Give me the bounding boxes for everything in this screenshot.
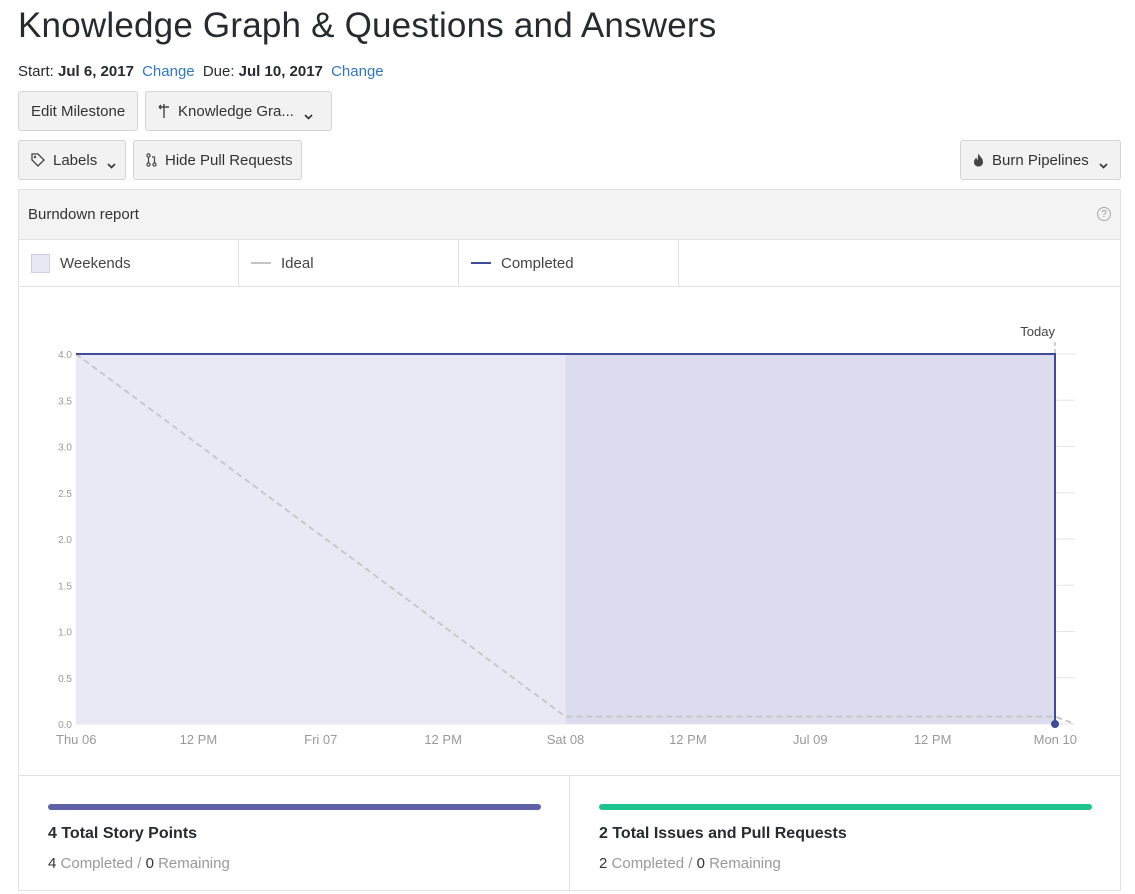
milestone-signpost-icon: [158, 104, 170, 118]
x-tick-label: 12 PM: [669, 732, 707, 747]
chevron-down-icon: [304, 107, 313, 120]
milestone-select-label: Knowledge Gra...: [178, 102, 294, 120]
legend-item-ideal[interactable]: Ideal: [239, 240, 459, 286]
y-tick-label: 3.5: [58, 396, 72, 407]
x-tick-label: Sat 08: [547, 732, 585, 747]
y-tick-label: 1.5: [58, 581, 72, 592]
legend-completed-label: Completed: [501, 254, 574, 272]
issues-detail: 2 Completed / 0 Remaining: [599, 855, 781, 872]
burndown-chart-svg: 0.0 0.5 1.0 1.5 2.0 2.5 3.0 3.5 4.0 Today Thu 06 12…: [56, 324, 1077, 747]
help-icon[interactable]: ?: [1097, 207, 1111, 221]
legend-weekends-label: Weekends: [60, 254, 131, 272]
pull-request-icon: [146, 153, 157, 167]
burndown-report-panel: Burndown report ? Weekends Ideal Complet…: [18, 189, 1121, 891]
issues-remaining-count: 0: [696, 855, 705, 872]
y-tick-label: 3.0: [58, 443, 72, 454]
chevron-down-icon: [107, 156, 116, 169]
due-date: Jul 10, 2017: [238, 63, 323, 80]
hide-pull-requests-label: Hide Pull Requests: [165, 151, 293, 169]
y-tick-label: 4.0: [58, 350, 72, 361]
story-points-remaining-count: 0: [145, 855, 154, 872]
y-tick-label: 0.0: [58, 720, 72, 731]
y-tick-label: 2.0: [58, 535, 72, 546]
flame-icon: [973, 153, 984, 167]
change-start-link[interactable]: Change: [142, 63, 195, 80]
hide-pull-requests-button[interactable]: Hide Pull Requests: [133, 140, 302, 180]
story-points-title: 4 Total Story Points: [48, 825, 198, 842]
burndown-chart: 0.0 0.5 1.0 1.5 2.0 2.5 3.0 3.5 4.0 Today Thu 06 12…: [19, 288, 1120, 774]
burn-pipelines-label: Burn Pipelines: [992, 151, 1089, 169]
burn-pipelines-button[interactable]: Burn Pipelines: [960, 140, 1121, 180]
due-label: Due:: [202, 63, 235, 80]
issues-completed-count: 2: [599, 855, 608, 872]
edit-milestone-label: Edit Milestone: [31, 102, 126, 120]
labels-filter-button[interactable]: Labels: [18, 140, 126, 180]
story-points-completed-count: 4: [48, 855, 57, 872]
issues-completed-label: Completed: [611, 855, 685, 872]
legend-item-completed[interactable]: Completed: [459, 240, 679, 286]
x-tick-label: 12 PM: [424, 732, 462, 747]
y-tick-label: 0.5: [58, 674, 72, 685]
x-tick-label: Thu 06: [56, 732, 96, 747]
story-points-progress-bar: [48, 804, 541, 810]
x-tick-label: Mon 10: [1034, 732, 1077, 747]
change-due-link[interactable]: Change: [331, 63, 384, 80]
milestone-select-button[interactable]: Knowledge Gra...: [145, 91, 332, 131]
issues-summary: 2 Total Issues and Pull Requests 2 Compl…: [569, 776, 1119, 890]
weekends-swatch: [31, 253, 50, 273]
y-tick-label: 1.0: [58, 628, 72, 639]
start-label: Start:: [18, 63, 54, 80]
story-points-remaining-label: Remaining: [158, 855, 230, 872]
weekend-band: [565, 354, 1055, 724]
y-tick-label: 2.5: [58, 489, 72, 500]
edit-milestone-button[interactable]: Edit Milestone: [18, 91, 138, 131]
today-label: Today: [1020, 324, 1055, 339]
issues-title: 2 Total Issues and Pull Requests: [599, 825, 847, 842]
page-title: Knowledge Graph & Questions and Answers: [18, 6, 717, 45]
x-tick-label: Jul 09: [793, 732, 828, 747]
milestone-dates: Start: Jul 6, 2017 Change Due: Jul 10, 2…: [18, 63, 388, 80]
start-date: Jul 6, 2017: [58, 63, 134, 80]
completed-end-point: [1051, 720, 1059, 728]
issues-progress-bar: [599, 804, 1092, 810]
legend-ideal-label: Ideal: [281, 254, 314, 272]
completed-swatch: [471, 262, 491, 264]
legend-item-weekends[interactable]: Weekends: [19, 240, 239, 286]
x-tick-label: 12 PM: [914, 732, 952, 747]
story-points-detail: 4 Completed / 0 Remaining: [48, 855, 230, 872]
burndown-report-header: Burndown report ?: [19, 190, 1120, 240]
chart-legend: Weekends Ideal Completed: [19, 240, 1120, 287]
x-tick-label: 12 PM: [180, 732, 218, 747]
tag-icon: [31, 153, 45, 167]
story-points-completed-label: Completed: [60, 855, 134, 872]
ideal-swatch: [251, 262, 271, 264]
story-points-summary: 4 Total Story Points 4 Completed / 0 Rem…: [19, 776, 569, 890]
chevron-down-icon: [1099, 156, 1108, 169]
issues-remaining-label: Remaining: [709, 855, 781, 872]
labels-label: Labels: [53, 151, 98, 169]
burndown-report-title: Burndown report: [28, 206, 139, 223]
x-tick-label: Fri 07: [304, 732, 337, 747]
summary-stats: 4 Total Story Points 4 Completed / 0 Rem…: [19, 775, 1120, 890]
